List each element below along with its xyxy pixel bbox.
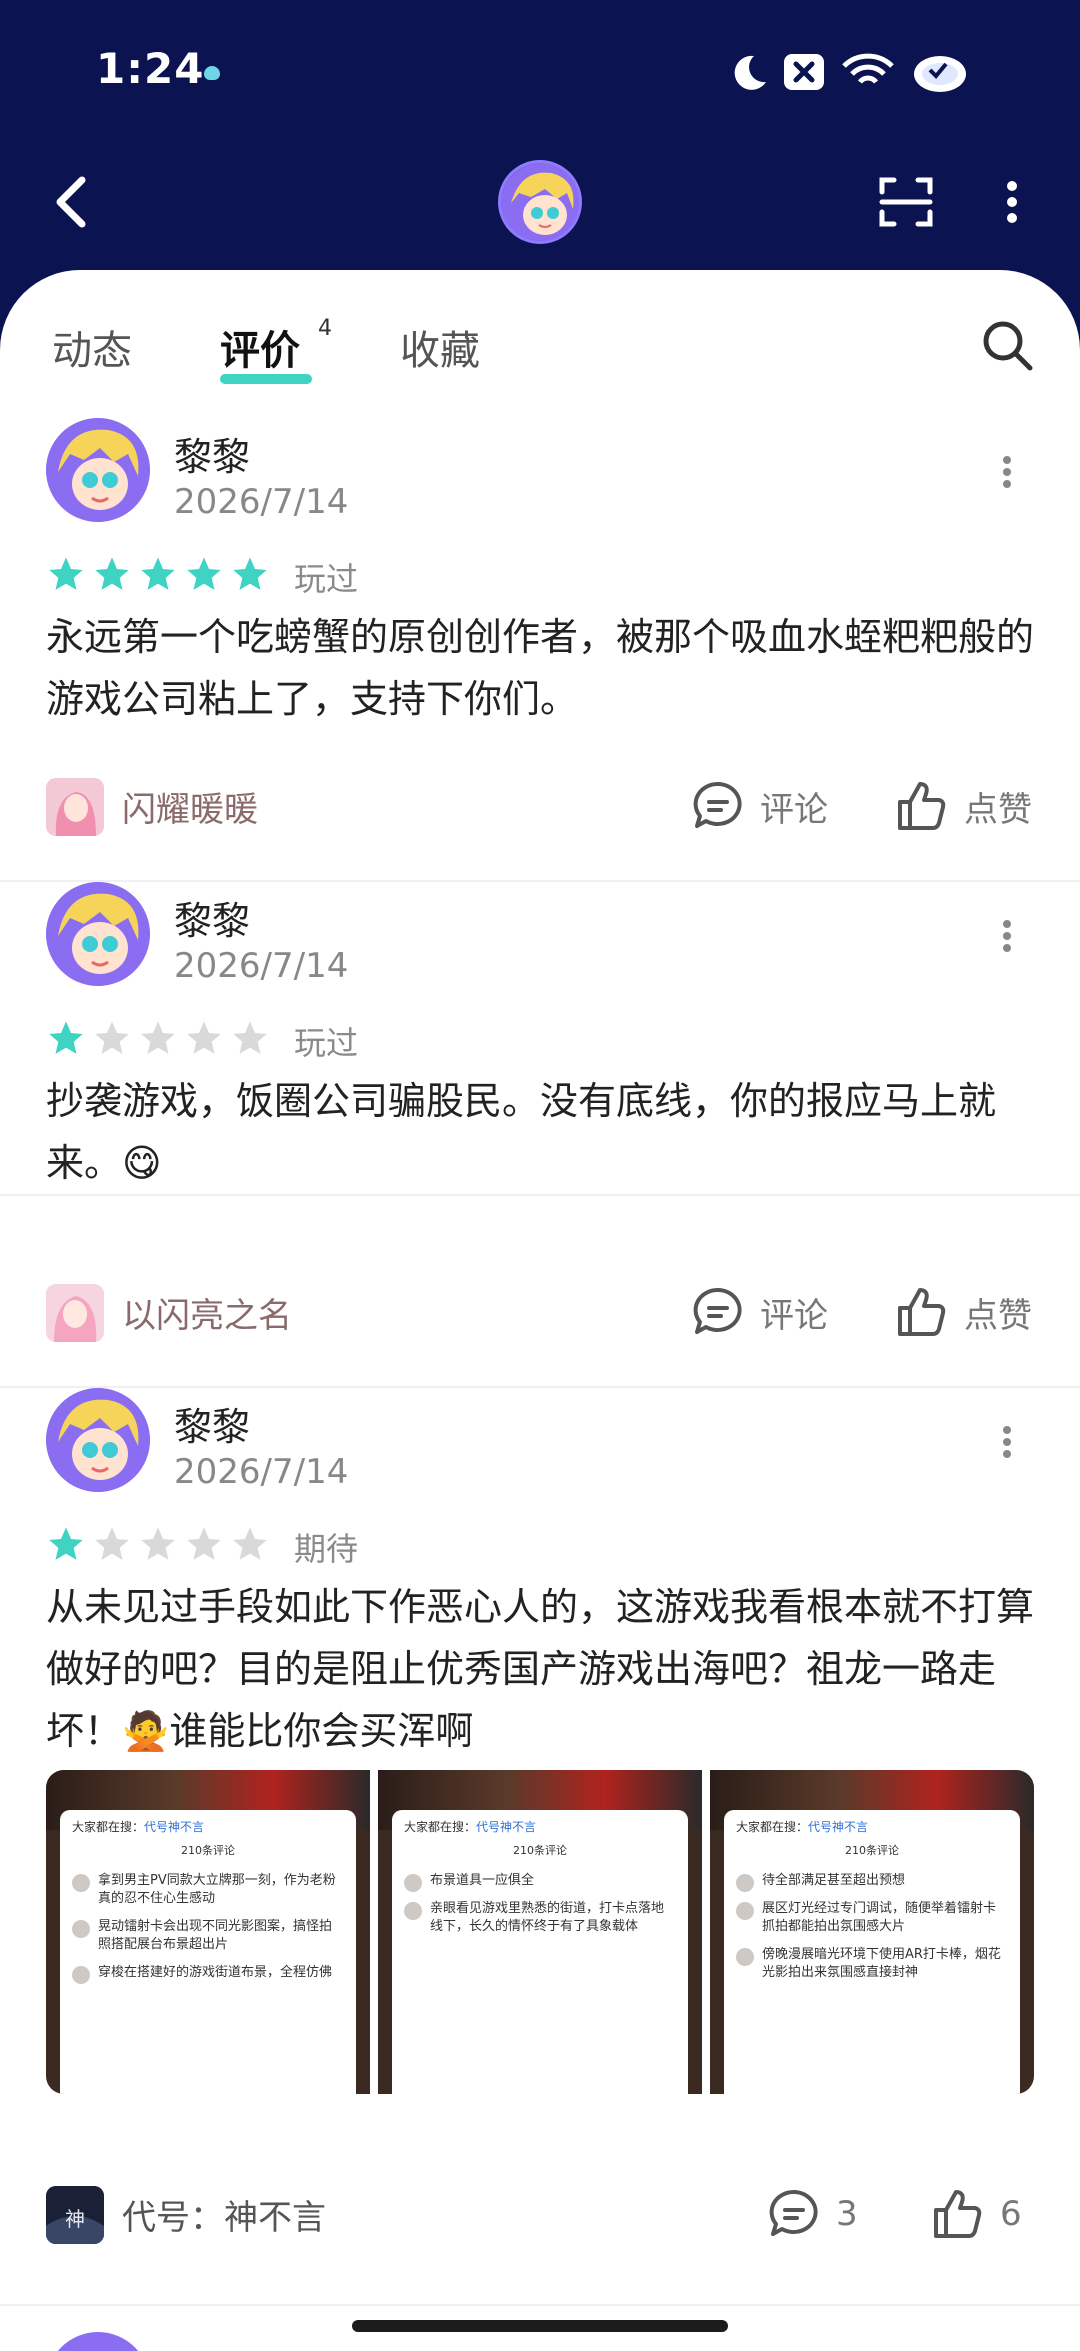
star-icon (49, 1021, 83, 1054)
review-more-button[interactable] (992, 440, 1022, 500)
content-card: 动态 评价 4 收藏 黎黎 2026/7/14 玩过 永远第一个吃螃蟹的原创创作… (0, 270, 1080, 2351)
game-name[interactable]: 代号：神不言 (122, 2190, 326, 2239)
review-play-status: 玩过 (294, 560, 359, 598)
star-icon (49, 1527, 83, 1560)
more-vertical-icon (1003, 1426, 1011, 1458)
star-icon (95, 1527, 129, 1560)
home-indicator[interactable] (352, 2320, 728, 2332)
review-image[interactable]: 大家都在搜：代号神不言 210条评论 待全部满足甚至超出预想 展区灯光经过专门调… (710, 1770, 1034, 2094)
back-button[interactable] (44, 170, 100, 234)
avatar[interactable] (46, 2332, 150, 2351)
avatar[interactable] (46, 1388, 150, 1492)
comment-count: 3 (836, 2194, 858, 2234)
scan-icon (879, 177, 933, 227)
more-vertical-icon (1007, 181, 1017, 223)
review-footer: 神 代号：神不言 3 6 (0, 2178, 1080, 2248)
battery-icon (914, 56, 966, 92)
review-play-status: 玩过 (294, 1024, 359, 1062)
star-icon (95, 557, 129, 590)
more-vertical-icon (1003, 456, 1011, 488)
review-text: 永远第一个吃螃蟹的原创创作者，被那个吸血水蛭粑粑般的游戏公司粘上了，支持下你们。 (46, 615, 1035, 721)
review-image[interactable]: 大家都在搜：代号神不言 210条评论 布景道具一应俱全 亲眼看见游戏里熟悉的街道… (378, 1770, 702, 2094)
review-author: 黎黎 (174, 1405, 251, 1449)
comment-icon (769, 2189, 818, 2236)
review-author: 黎黎 (174, 435, 251, 479)
avatar[interactable] (46, 882, 150, 986)
top-bar (0, 150, 1080, 270)
thumbs-up-icon (934, 2190, 982, 2238)
more-vertical-icon (1003, 920, 1011, 952)
review-text: 从未见过手段如此下作恶心人的，这游戏我看根本就不打算做好的吧？目的是阻止优秀国产… (46, 1585, 1035, 1753)
star-icon (141, 1021, 175, 1054)
review-date: 2026/7/14 (174, 1452, 349, 1492)
notification-blocked-icon (784, 54, 824, 90)
review-more-button[interactable] (992, 1410, 1022, 1470)
star-icon (141, 1527, 175, 1560)
review-date: 2026/7/14 (174, 946, 349, 986)
chevron-left-icon (56, 176, 86, 228)
comment-button[interactable]: 3 (766, 2184, 858, 2244)
avatar[interactable] (498, 160, 582, 244)
more-menu-button[interactable] (994, 172, 1030, 232)
star-icon (233, 1021, 267, 1054)
star-rating (46, 1524, 270, 1564)
do-not-disturb-moon-icon (734, 55, 766, 90)
status-time: 1:24 (96, 44, 205, 93)
game-icon[interactable]: 神 (46, 2186, 104, 2244)
scan-button[interactable] (876, 172, 936, 232)
status-icons (728, 50, 980, 94)
review-images: 大家都在搜：代号神不言 210条评论 拿到男主PV同款大立牌那一刻，作为老粉真的… (46, 1770, 1034, 2094)
star-icon (141, 557, 175, 590)
star-icon (187, 1021, 221, 1054)
star-icon (95, 1021, 129, 1054)
star-icon (233, 557, 267, 590)
review-text: 抄袭游戏，饭圈公司骗股民。没有底线，你的报应马上就来。😋 (46, 1079, 997, 1185)
avatar[interactable] (46, 418, 150, 522)
svg-text:神: 神 (65, 2207, 85, 2231)
divider (0, 2304, 1080, 2306)
like-count: 6 (1000, 2194, 1022, 2234)
review-item: 黎黎 2026/7/14 期待 从未见过手段如此下作恶心人的，这游戏我看根本就不… (0, 1282, 1080, 2282)
like-button[interactable]: 6 (930, 2184, 1022, 2244)
star-icon (233, 1527, 267, 1560)
review-image[interactable]: 大家都在搜：代号神不言 210条评论 拿到男主PV同款大立牌那一刻，作为老粉真的… (46, 1770, 370, 2094)
review-author: 黎黎 (174, 899, 251, 943)
status-bar: 1:24 (0, 0, 1080, 150)
star-icon (187, 1527, 221, 1560)
star-icon (49, 557, 83, 590)
star-icon (187, 557, 221, 590)
review-date: 2026/7/14 (174, 482, 349, 522)
review-item: 黎黎 2026/7/14 玩过 抄袭游戏，饭圈公司骗股民。没有底线，你的报应马上… (0, 776, 1080, 1196)
wifi-icon (842, 53, 894, 84)
notification-dot-icon (204, 66, 220, 80)
star-rating (46, 554, 270, 594)
star-rating (46, 1018, 270, 1058)
review-play-status: 期待 (294, 1530, 359, 1568)
review-more-button[interactable] (992, 904, 1022, 964)
